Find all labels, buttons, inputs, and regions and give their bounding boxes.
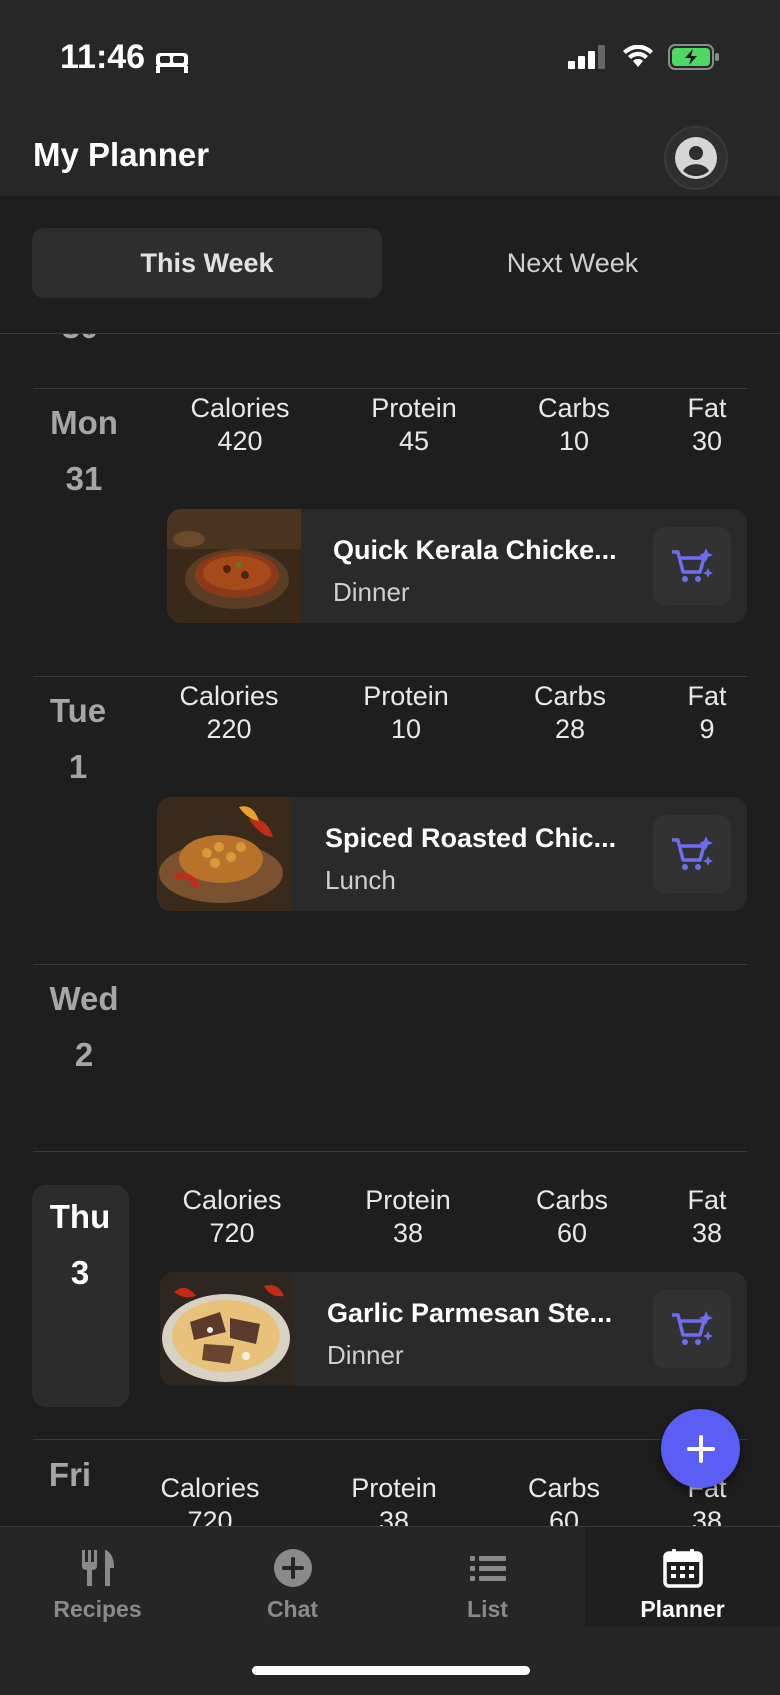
plus-icon (686, 1434, 715, 1463)
macro-calories: Calories 420 (190, 393, 290, 456)
add-meal-button[interactable] (661, 1409, 740, 1488)
day-name: Thu (49, 1198, 111, 1235)
meal-title: Spiced Roasted Chic... (325, 823, 617, 853)
macro-protein: Protein 38 (365, 1185, 451, 1248)
fork-knife-icon (81, 1550, 114, 1586)
macro-protein: Protein 10 (363, 681, 449, 744)
macro-carbs: Carbs 10 (537, 393, 611, 456)
nav-planner[interactable]: Planner (585, 1527, 780, 1627)
macro-fat: Fat 9 (687, 681, 727, 744)
day-name: Mon (50, 404, 118, 441)
day-number: 31 (65, 460, 103, 497)
cellular-signal-icon (568, 45, 608, 74)
meal-photo (160, 1272, 294, 1386)
nav-label: Recipes (53, 1596, 142, 1622)
status-icons (568, 44, 720, 75)
sleep-focus-icon (155, 45, 189, 73)
meal-photo (157, 797, 291, 911)
user-icon (675, 137, 717, 179)
divider (33, 676, 747, 677)
meal-card[interactable]: Garlic Parmesan Ste... Dinner (160, 1272, 747, 1386)
meal-type: Lunch (325, 865, 396, 895)
nav-label: Chat (266, 1596, 319, 1622)
macro-calories: Calories 720 (160, 1473, 260, 1526)
macro-fat: Fat 38 (687, 1185, 727, 1248)
cart-sparkle-icon (672, 836, 713, 870)
planner-screen: 11:46 My Planner This Week Next Week Mon… (0, 0, 780, 1695)
home-indicator[interactable] (252, 1666, 530, 1675)
battery-charging-icon (668, 44, 720, 75)
nav-label: List (467, 1596, 508, 1622)
week-tabs: This Week Next Week (0, 196, 780, 334)
plus-circle-icon (273, 1549, 312, 1587)
profile-avatar-button[interactable] (664, 126, 728, 190)
meal-title: Quick Kerala Chicke... (333, 535, 617, 565)
nav-chat[interactable]: Chat (195, 1527, 390, 1627)
meal-card[interactable]: Quick Kerala Chicke... Dinner (167, 509, 747, 623)
divider (33, 388, 747, 389)
day-name: Wed (49, 980, 119, 1017)
divider (33, 1439, 747, 1440)
meal-card[interactable]: Spiced Roasted Chic... Lunch (157, 797, 747, 911)
day-number: 30 (30, 334, 130, 346)
list-icon (469, 1556, 506, 1581)
add-to-cart-button[interactable] (653, 1290, 731, 1368)
macro-fat: Fat 30 (687, 393, 727, 456)
meal-title: Garlic Parmesan Ste... (327, 1298, 613, 1328)
macro-carbs: Carbs 60 (535, 1185, 609, 1248)
day-number: 3 (70, 1254, 90, 1291)
macro-carbs: Carbs 60 (527, 1473, 601, 1526)
wifi-icon (622, 44, 654, 74)
day-number: 1 (68, 748, 88, 785)
tab-next-week[interactable]: Next Week (400, 228, 745, 298)
top-bar: 11:46 My Planner (0, 0, 780, 196)
nav-recipes[interactable]: Recipes (0, 1527, 195, 1627)
divider (33, 964, 747, 965)
macro-protein: Protein 38 (351, 1473, 437, 1526)
cart-sparkle-icon (672, 548, 713, 582)
macro-calories: Calories 220 (179, 681, 279, 744)
divider (33, 1151, 747, 1152)
nav-list[interactable]: List (390, 1527, 585, 1627)
day-list[interactable]: 30 Mon 31 Calories420 Protein45 Carbs10 … (0, 334, 780, 1526)
tab-this-week[interactable]: This Week (32, 228, 382, 298)
add-to-cart-button[interactable] (653, 527, 731, 605)
status-time: 11:46 (60, 38, 146, 76)
status-time-area: 11:46 (60, 38, 189, 77)
macro-carbs: Carbs 28 (533, 681, 607, 744)
macro-calories: Calories 720 (182, 1185, 282, 1248)
meal-type: Dinner (333, 577, 410, 607)
macro-protein: Protein 45 (371, 393, 457, 456)
cart-sparkle-icon (672, 1311, 713, 1345)
day-number: 2 (74, 1036, 94, 1073)
calendar-icon (662, 1549, 703, 1588)
day-name: Fri (48, 1456, 92, 1493)
nav-label: Planner (640, 1596, 725, 1622)
meal-type: Dinner (327, 1340, 404, 1370)
page-title: My Planner (33, 136, 210, 173)
meal-photo (167, 509, 301, 623)
day-name: Tue (49, 692, 107, 729)
add-to-cart-button[interactable] (653, 815, 731, 893)
